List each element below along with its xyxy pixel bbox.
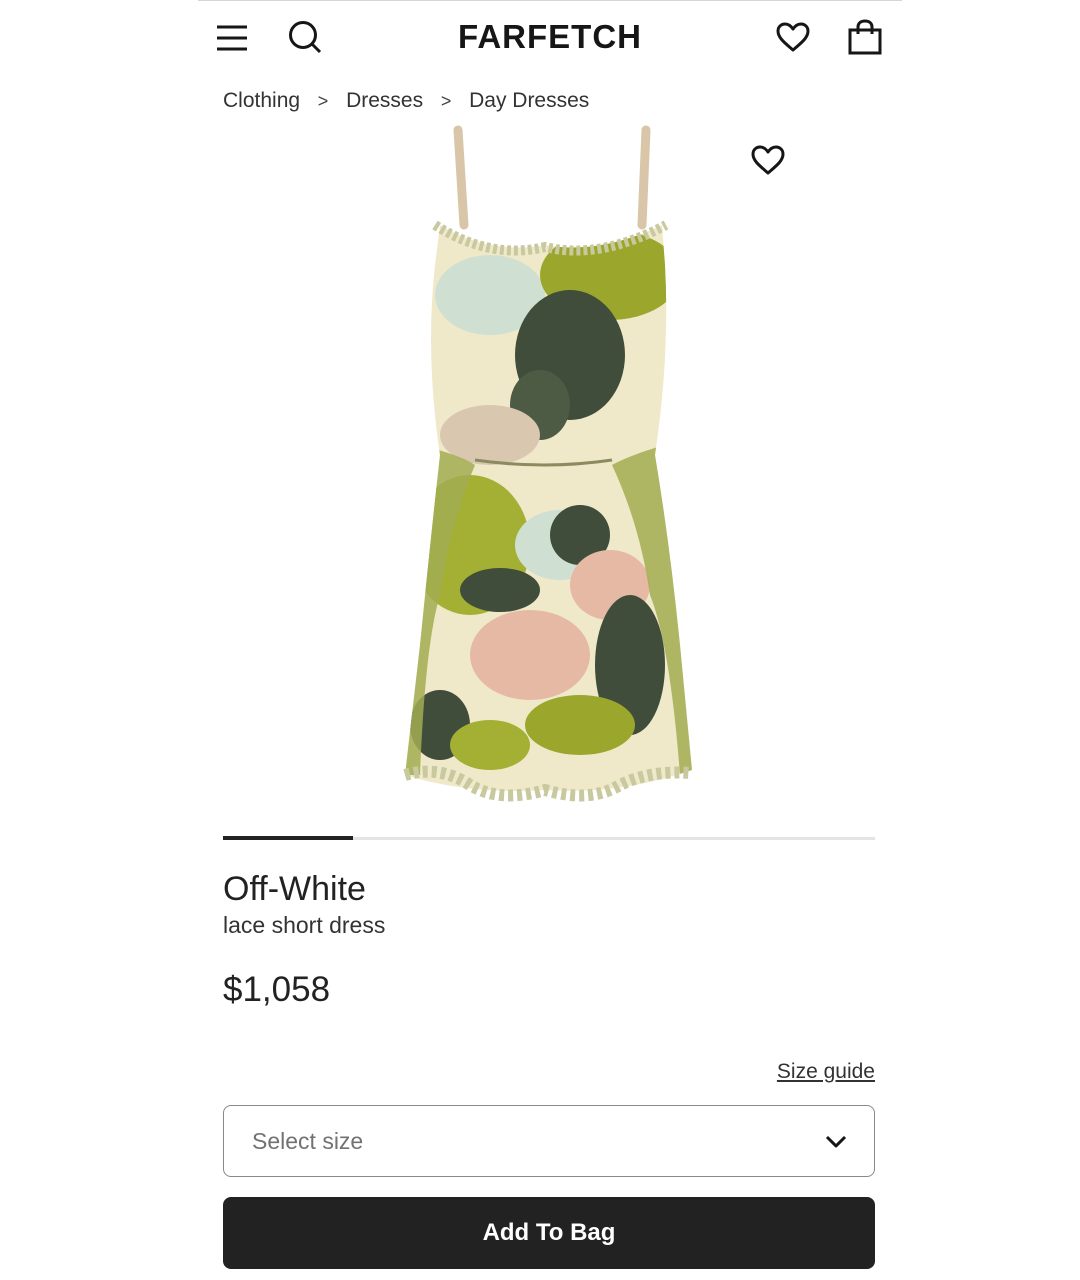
- breadcrumb: Clothing > Dresses > Day Dresses: [223, 86, 589, 116]
- product-name: lace short dress: [223, 912, 386, 938]
- gallery-progress-track: [223, 836, 875, 840]
- product-price: $1,058: [223, 970, 331, 1009]
- wishlist-heart-icon[interactable]: [772, 16, 814, 58]
- search-icon[interactable]: [284, 16, 326, 58]
- size-guide-link[interactable]: Size guide: [777, 1060, 875, 1084]
- breadcrumb-clothing[interactable]: Clothing: [223, 89, 300, 113]
- product-image[interactable]: [380, 125, 710, 815]
- site-header: FARFETCH: [198, 0, 902, 78]
- product-wishlist-heart-icon[interactable]: [748, 141, 788, 179]
- chevron-down-icon: [824, 1130, 848, 1154]
- shopping-bag-icon[interactable]: [844, 16, 886, 58]
- breadcrumb-separator: >: [440, 90, 452, 111]
- product-brand[interactable]: Off-White: [223, 870, 366, 909]
- hamburger-menu-icon[interactable]: [212, 18, 252, 58]
- farfetch-logo[interactable]: FARFETCH: [438, 18, 662, 56]
- breadcrumb-separator: >: [317, 90, 329, 111]
- add-to-bag-button[interactable]: Add To Bag: [223, 1197, 875, 1269]
- gallery-progress-fill: [223, 836, 354, 840]
- breadcrumb-dresses[interactable]: Dresses: [346, 89, 423, 113]
- size-select-placeholder: Select size: [252, 1127, 364, 1154]
- breadcrumb-day-dresses[interactable]: Day Dresses: [469, 89, 589, 113]
- size-select[interactable]: Select size: [223, 1105, 875, 1177]
